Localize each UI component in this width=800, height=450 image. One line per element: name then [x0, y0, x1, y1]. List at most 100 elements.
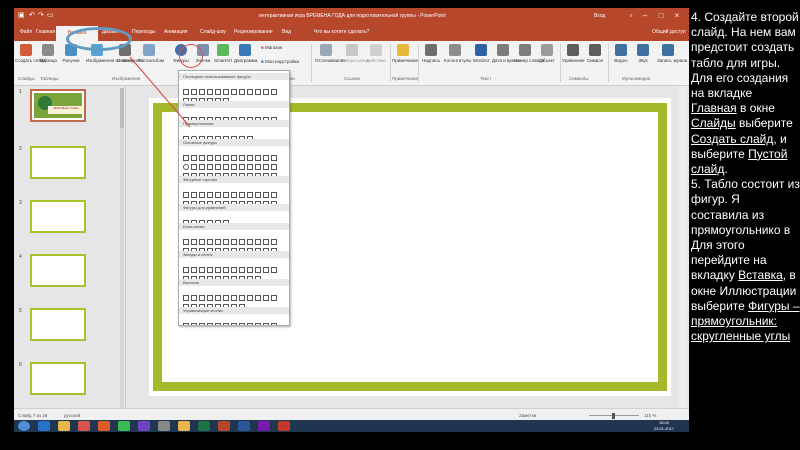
powerpoint-icon[interactable]: [218, 421, 230, 431]
start-icon[interactable]: [18, 421, 30, 431]
wordart-button[interactable]: WordArt: [470, 44, 492, 63]
slide-thumbnail-5[interactable]: [30, 308, 86, 341]
tab-file[interactable]: Файл: [20, 29, 32, 35]
app-icon[interactable]: [158, 421, 170, 431]
media-icon[interactable]: [78, 421, 90, 431]
tab-home[interactable]: Главная: [36, 29, 55, 35]
maximize-icon[interactable]: □: [656, 11, 666, 21]
shapes-row[interactable]: [183, 157, 279, 170]
home-link[interactable]: Главная: [691, 101, 737, 115]
ribbon-options-icon[interactable]: ▫: [626, 11, 636, 21]
new-slide-link[interactable]: Создать слайд: [691, 132, 773, 146]
shapes-row[interactable]: [183, 316, 279, 325]
slide-thumbnail-3[interactable]: [30, 200, 86, 233]
zoom-slider-handle[interactable]: [612, 413, 615, 419]
app-icon[interactable]: [138, 421, 150, 431]
shapes-row[interactable]: [183, 166, 279, 179]
language-indicator[interactable]: русский: [64, 413, 80, 418]
onenote-icon[interactable]: [258, 421, 270, 431]
chart-icon: [239, 44, 251, 56]
smartart-button[interactable]: SmartArt: [212, 44, 234, 63]
editor-scrollbar[interactable]: [679, 86, 687, 408]
thumbnail-number: 4: [19, 254, 22, 260]
tab-review[interactable]: Рецензирование: [234, 29, 273, 35]
zoom-level[interactable]: 115 %: [644, 413, 656, 418]
redo-icon[interactable]: ↷: [38, 12, 44, 19]
word-icon[interactable]: [238, 421, 250, 431]
shapes-row[interactable]: [183, 185, 279, 198]
window-title: интерактивная игра ВРЕМЕНА ГОДА для подг…: [259, 13, 446, 19]
save-icon[interactable]: ▣: [18, 12, 25, 19]
screen-recording-button[interactable]: Запись экрана: [657, 44, 687, 63]
folder-icon[interactable]: [58, 421, 70, 431]
insert-link[interactable]: Вставка: [738, 268, 783, 282]
chart-button[interactable]: Диаграмма: [234, 44, 257, 63]
scrollbar-handle[interactable]: [120, 88, 124, 128]
powerpoint-window: ▣ ↶ ↷ ▭ интерактивная игра ВРЕМЕНА ГОДА …: [14, 8, 689, 432]
login-link[interactable]: Вход: [594, 13, 605, 19]
table-button[interactable]: Таблица: [37, 44, 59, 63]
shapes-row[interactable]: [183, 148, 279, 161]
shapes-row[interactable]: [183, 269, 263, 282]
equation-button[interactable]: Уравнение: [562, 44, 585, 63]
symbol-button[interactable]: Символ: [584, 44, 606, 63]
my-addins-button[interactable]: ■ Мои надстройки: [261, 59, 299, 64]
tab-highlight-ellipse: [66, 27, 132, 51]
video-button[interactable]: Видео: [610, 44, 632, 63]
undo-icon[interactable]: ↶: [29, 12, 35, 19]
shapes-row[interactable]: [183, 194, 279, 207]
chrome-icon[interactable]: [118, 421, 130, 431]
yandex-icon[interactable]: [98, 421, 110, 431]
close-icon[interactable]: ×: [672, 11, 682, 21]
slide-thumbnail-4[interactable]: [30, 254, 86, 287]
slide-thumbnail-2[interactable]: [30, 146, 86, 179]
shapes-row[interactable]: [183, 241, 279, 254]
slides-link[interactable]: Слайды: [691, 116, 736, 130]
date-time-button[interactable]: Дата и время: [492, 44, 520, 63]
shapes-row[interactable]: [183, 297, 247, 310]
shapes-row[interactable]: [183, 232, 279, 245]
ie-icon[interactable]: [38, 421, 50, 431]
app-icon[interactable]: [178, 421, 190, 431]
store-button[interactable]: ■ Магазин: [261, 45, 282, 50]
shapes-row-rectangles[interactable]: [183, 129, 255, 142]
tell-me-search[interactable]: Что вы хотите сделать?: [314, 29, 369, 35]
comment-button[interactable]: Примечание: [392, 44, 418, 63]
share-button[interactable]: Общий доступ: [652, 29, 686, 35]
new-slide-button[interactable]: Создать слайд: [15, 44, 46, 63]
excel-icon[interactable]: [198, 421, 210, 431]
textbox-button[interactable]: Надпись: [420, 44, 442, 63]
slide-thumbnail-1[interactable]: «ВРЕМЕНА ГОДА»: [30, 89, 86, 122]
thumbnails-scrollbar[interactable]: [120, 88, 124, 418]
shapes-row[interactable]: [183, 82, 279, 95]
notes-button[interactable]: Заметки: [519, 413, 536, 418]
tab-animations[interactable]: Анимация: [164, 29, 187, 35]
tab-view[interactable]: Вид: [282, 29, 291, 35]
windows-taskbar: 18:40 23.01.2017: [14, 420, 689, 432]
slideshow-start-icon[interactable]: ▭: [47, 12, 54, 19]
textbox-icon: [425, 44, 437, 56]
tab-transitions[interactable]: Переходы: [132, 29, 155, 35]
object-button[interactable]: Объект: [536, 44, 558, 63]
slide-thumbnail-6[interactable]: [30, 362, 86, 395]
shapes-section-recent: Последние использованные фигуры: [179, 73, 289, 80]
zoom-button[interactable]: Отслеживание: [315, 44, 346, 63]
minimize-icon[interactable]: –: [640, 11, 650, 21]
slide-number-button[interactable]: Номер слайда: [514, 44, 544, 63]
tab-slideshow[interactable]: Слайд-шоу: [200, 29, 226, 35]
shapes-row[interactable]: [183, 288, 279, 301]
thumbnail-number: 5: [19, 308, 22, 314]
shapes-row[interactable]: [183, 91, 231, 104]
shapes-row[interactable]: [183, 260, 279, 273]
thumbnail-title: «ВРЕМЕНА ГОДА»: [48, 106, 84, 114]
shapes-row[interactable]: [183, 110, 279, 123]
shapes-row[interactable]: [183, 213, 231, 226]
table-icon: [42, 44, 54, 56]
photo-album-button[interactable]: Фотоальбом: [138, 44, 164, 63]
audio-button[interactable]: Звук: [632, 44, 654, 63]
header-footer-icon: [449, 44, 461, 56]
hyperlink-button[interactable]: Гиперссылка: [341, 44, 368, 63]
header-footer-button[interactable]: Колонтитулы: [444, 44, 471, 63]
app-icon[interactable]: [278, 421, 290, 431]
action-button[interactable]: Действие: [365, 44, 387, 63]
